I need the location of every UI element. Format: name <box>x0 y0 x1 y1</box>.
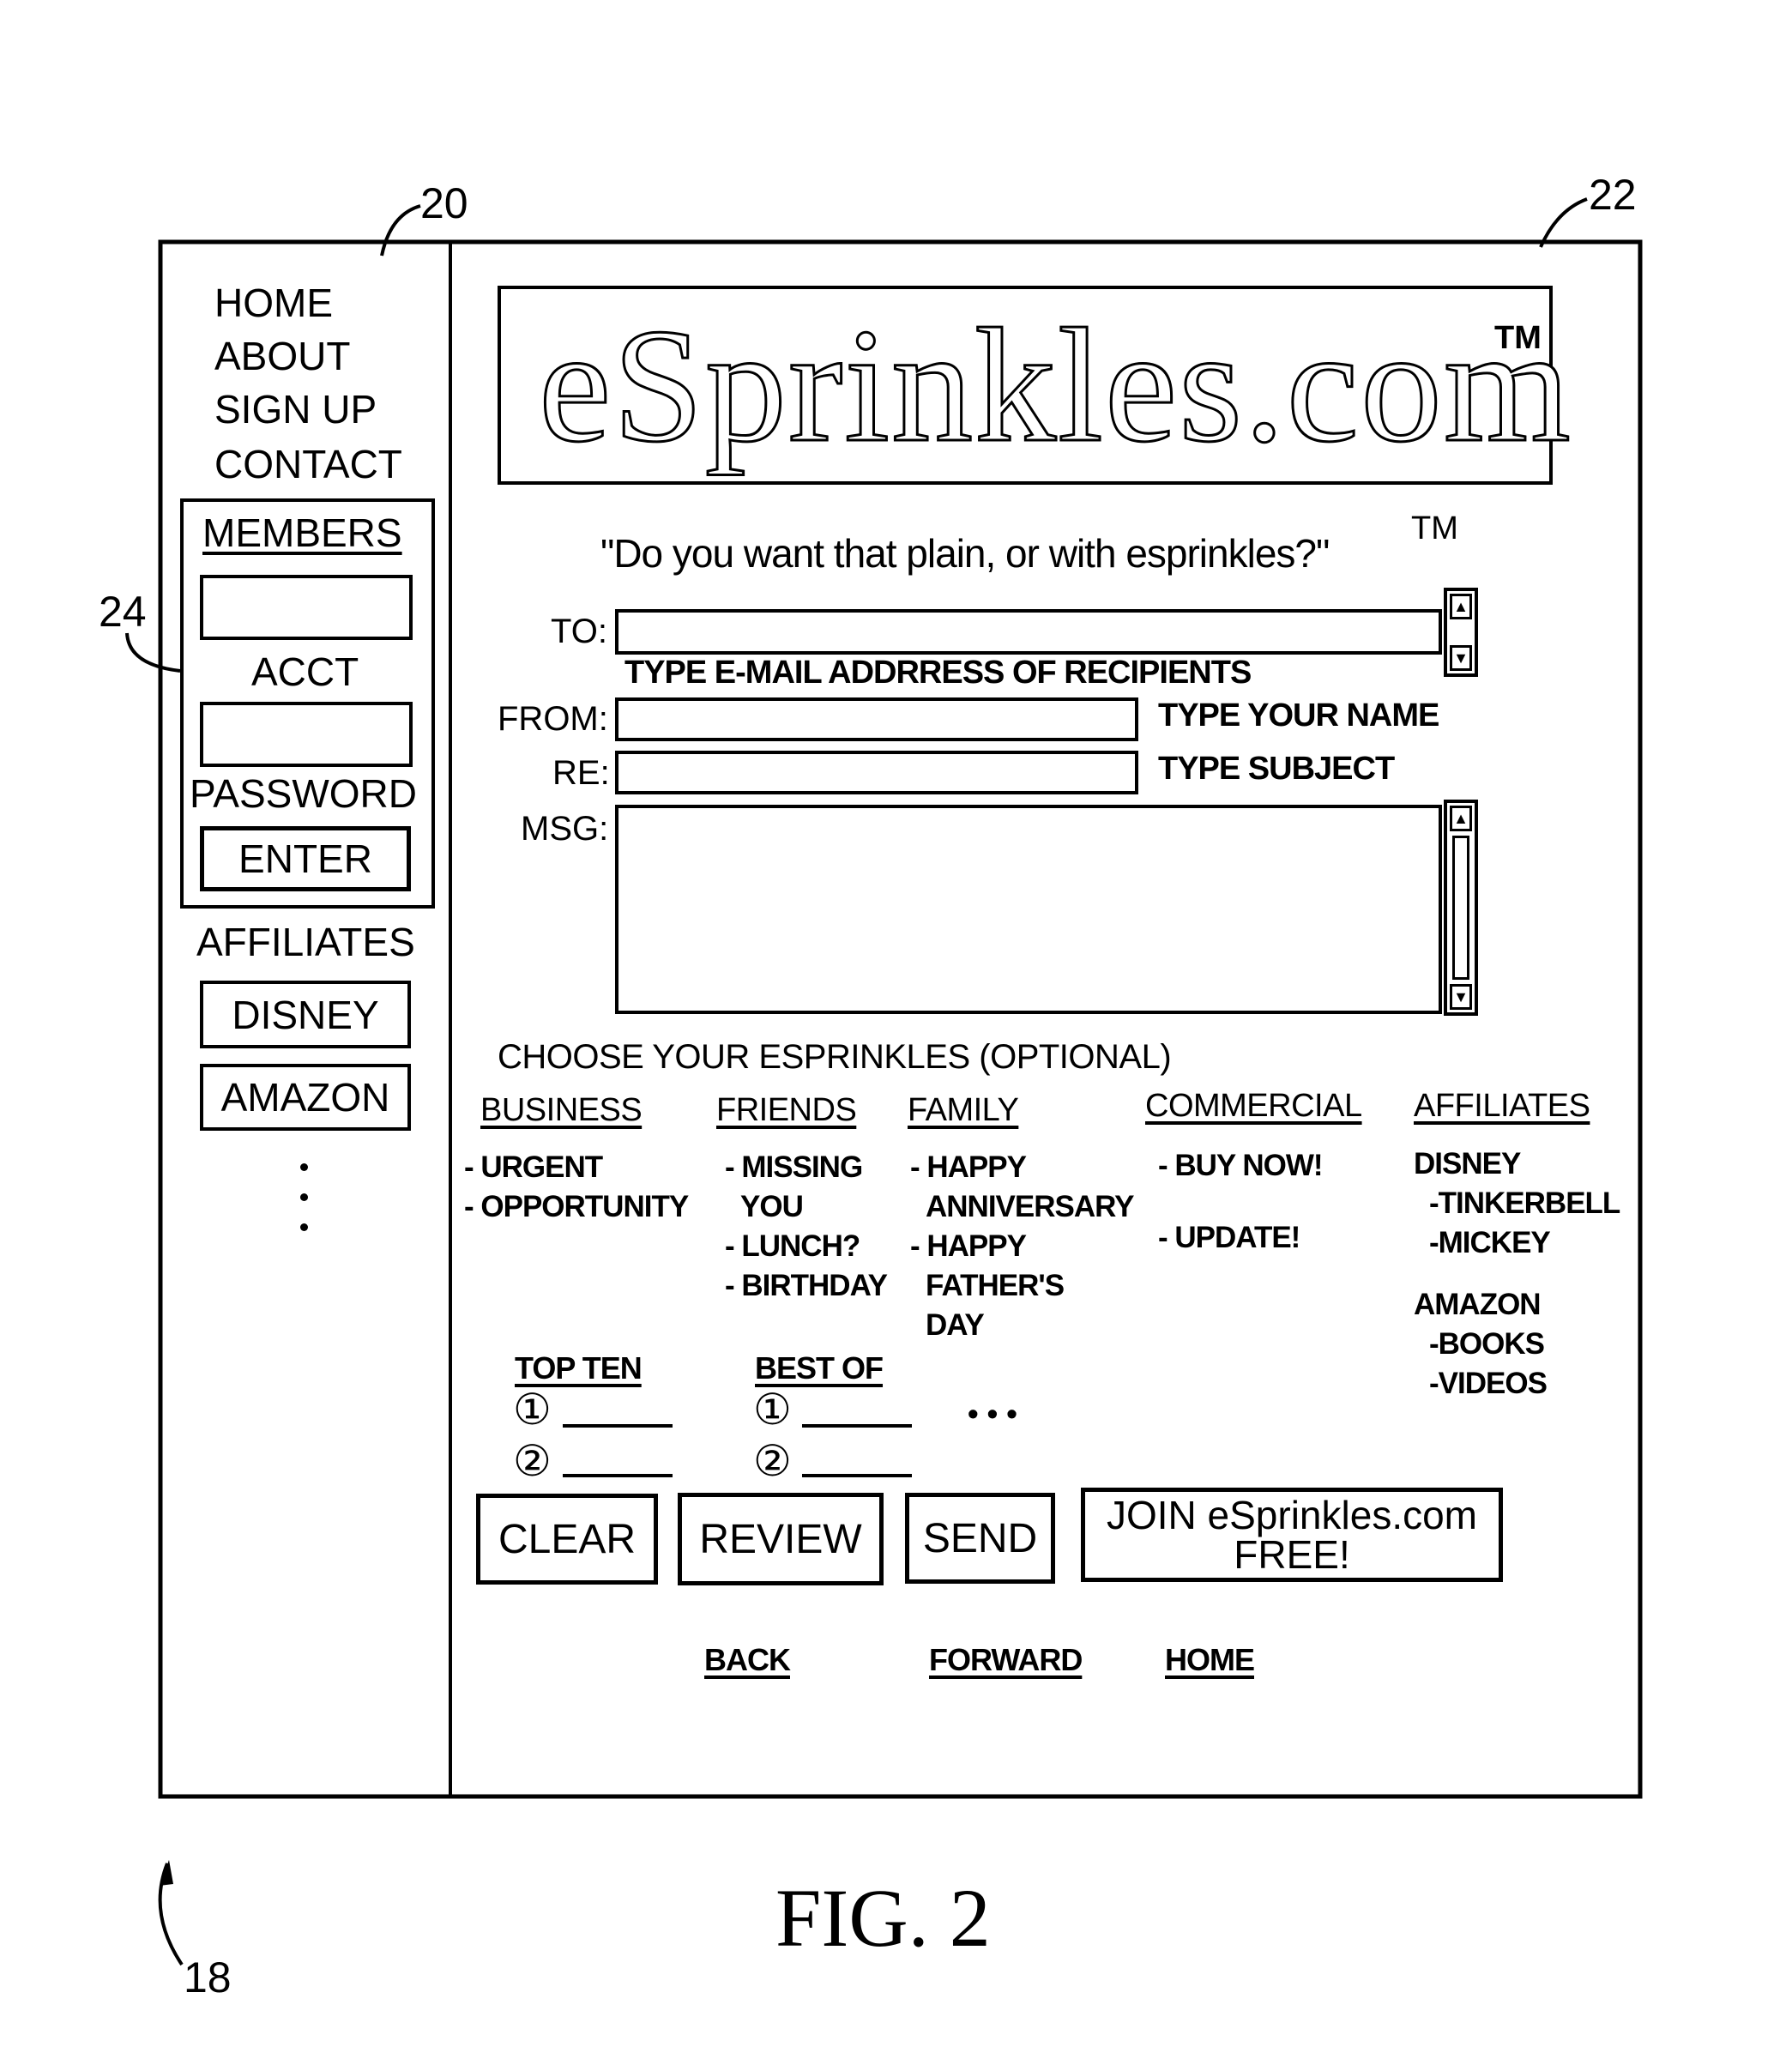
figure-caption: FIG. 2 <box>775 1872 991 1964</box>
scroll-down-arrow-icon[interactable]: ▼ <box>1450 645 1472 671</box>
send-button[interactable]: SEND <box>905 1493 1055 1584</box>
sidebar-link-home[interactable]: HOME <box>214 283 333 323</box>
sprinkle-option[interactable]: - BUY NOW! <box>1158 1146 1324 1186</box>
category-friends[interactable]: FRIENDS <box>716 1094 857 1126</box>
members-title: MEMBERS <box>202 510 402 555</box>
scroll-up-arrow-icon[interactable]: ▲ <box>1450 806 1472 831</box>
to-scrollbar[interactable]: ▲ ▼ <box>1444 588 1478 677</box>
sidebar-link-about[interactable]: ABOUT <box>214 336 350 376</box>
slogan: "Do you want that plain, or with esprink… <box>600 531 1330 576</box>
top-ten-rank-1-icon: ① <box>513 1386 552 1434</box>
sprinkle-option[interactable]: -VIDEOS <box>1414 1364 1620 1404</box>
affiliate-amazon-button[interactable]: AMAZON <box>200 1064 411 1131</box>
scroll-up-arrow-icon[interactable]: ▲ <box>1450 594 1472 619</box>
to-hint: TYPE E-MAIL ADDRRESS OF RECIPIENTS <box>624 655 1252 691</box>
sprinkle-option[interactable]: -MICKEY <box>1414 1223 1620 1263</box>
sprinkle-option-continued[interactable]: YOU <box>725 1187 887 1227</box>
sprinkle-option[interactable]: - HAPPY <box>910 1148 1133 1187</box>
category-friends-items: - MISSING YOU - LUNCH? - BIRTHDAY <box>725 1148 888 1306</box>
sprinkle-option[interactable]: - BIRTHDAY <box>725 1266 888 1306</box>
enter-button[interactable]: ENTER <box>200 826 411 891</box>
from-label: FROM: <box>498 700 608 738</box>
ref-24-leader <box>125 632 181 673</box>
message-textarea[interactable] <box>615 805 1442 1014</box>
logo-trademark: TM <box>1494 320 1542 356</box>
affiliate-group-label: DISNEY <box>1414 1147 1521 1180</box>
acct-label: ACCT <box>251 649 359 694</box>
sprinkle-option[interactable]: - URGENT <box>464 1148 688 1187</box>
category-affiliates[interactable]: AFFILIATES <box>1414 1090 1590 1122</box>
password-input[interactable] <box>200 702 413 767</box>
join-line-2: FREE! <box>1234 1532 1350 1577</box>
re-hint: TYPE SUBJECT <box>1158 751 1395 787</box>
best-of-entry-2[interactable] <box>802 1474 912 1477</box>
affiliate-group-label: AMAZON <box>1414 1288 1542 1321</box>
sprinkle-option[interactable]: -TINKERBELL <box>1414 1184 1620 1223</box>
ref-20-leader <box>380 204 421 257</box>
ref-label-20: 20 <box>420 179 468 227</box>
sidebar-link-sign-up[interactable]: SIGN UP <box>214 389 377 429</box>
top-ten-entry-2[interactable] <box>563 1474 673 1477</box>
best-of-entry-1[interactable] <box>802 1424 912 1428</box>
affiliate-disney-button[interactable]: DISNEY <box>200 981 411 1048</box>
category-commercial[interactable]: COMMERCIAL <box>1145 1090 1362 1122</box>
site-logo: eSprinkles.com <box>538 296 1572 476</box>
sprinkle-option[interactable]: - HAPPY <box>910 1227 1133 1266</box>
best-of-heading: BEST OF <box>755 1350 884 1386</box>
sprinkle-option[interactable]: - UPDATE! <box>1158 1218 1323 1258</box>
join-free-button[interactable]: JOIN eSprinkles.com FREE! <box>1081 1488 1503 1582</box>
sprinkle-option-continued[interactable]: ANNIVERSARY <box>910 1187 1134 1227</box>
scroll-track[interactable] <box>1452 836 1469 980</box>
top-ten-rank-2-icon: ② <box>513 1437 552 1485</box>
re-label: RE: <box>552 754 610 792</box>
msg-label: MSG: <box>521 810 609 848</box>
password-label: PASSWORD <box>190 771 417 816</box>
forward-link[interactable]: FORWARD <box>929 1640 1083 1680</box>
ref-label-18: 18 <box>184 1953 232 2002</box>
more-affiliates-ellipsis-icon <box>300 1163 312 1231</box>
from-input[interactable] <box>615 697 1138 741</box>
message-scrollbar[interactable]: ▲ ▼ <box>1444 800 1478 1016</box>
sprinkle-option[interactable]: - OPPORTUNITY <box>464 1187 689 1227</box>
category-commercial-items: - BUY NOW! - UPDATE! <box>1158 1146 1324 1258</box>
home-link[interactable]: HOME <box>1165 1640 1255 1680</box>
to-input[interactable] <box>615 609 1442 655</box>
sidebar-link-contact[interactable]: CONTACT <box>214 444 402 484</box>
best-of-rank-2-icon: ② <box>753 1437 792 1485</box>
category-affiliates-items: DISNEY -TINKERBELL -MICKEY AMAZON -BOOKS… <box>1414 1144 1620 1404</box>
sprinkle-option-continued[interactable]: DAY <box>910 1306 1133 1345</box>
acct-input[interactable] <box>200 575 413 640</box>
sprinkle-option[interactable]: - LUNCH? <box>725 1227 887 1266</box>
back-link[interactable]: BACK <box>704 1640 791 1680</box>
top-ten-entry-1[interactable] <box>563 1424 673 1428</box>
affiliates-title: AFFILIATES <box>196 920 415 964</box>
review-button[interactable]: REVIEW <box>678 1493 884 1585</box>
sprinkle-option[interactable]: -BOOKS <box>1414 1325 1620 1364</box>
category-family-items: - HAPPY ANNIVERSARY - HAPPY FATHER'S DAY <box>910 1148 1134 1345</box>
slogan-trademark: TM <box>1411 510 1458 546</box>
top-ten-heading: TOP TEN <box>515 1350 643 1386</box>
best-of-rank-1-icon: ① <box>753 1386 792 1434</box>
from-hint: TYPE YOUR NAME <box>1158 697 1439 734</box>
join-line-1: JOIN eSprinkles.com <box>1106 1493 1477 1537</box>
choose-esprinkles-heading: CHOOSE YOUR ESPRINKLES (OPTIONAL) <box>498 1038 1172 1076</box>
ref-label-22: 22 <box>1589 171 1637 219</box>
sprinkle-option-continued[interactable]: FATHER'S <box>910 1266 1133 1306</box>
sprinkle-option[interactable]: - MISSING <box>725 1148 887 1187</box>
ref-label-24: 24 <box>99 588 147 636</box>
category-business-items: - URGENT - OPPORTUNITY <box>464 1148 689 1227</box>
subject-input[interactable] <box>615 751 1138 794</box>
category-business[interactable]: BUSINESS <box>480 1094 643 1126</box>
to-label: TO: <box>551 613 607 650</box>
category-family[interactable]: FAMILY <box>908 1094 1019 1126</box>
clear-button[interactable]: CLEAR <box>476 1494 658 1585</box>
scroll-down-arrow-icon[interactable]: ▼ <box>1450 984 1472 1010</box>
more-lists-ellipsis-icon: • • • <box>968 1396 1017 1431</box>
